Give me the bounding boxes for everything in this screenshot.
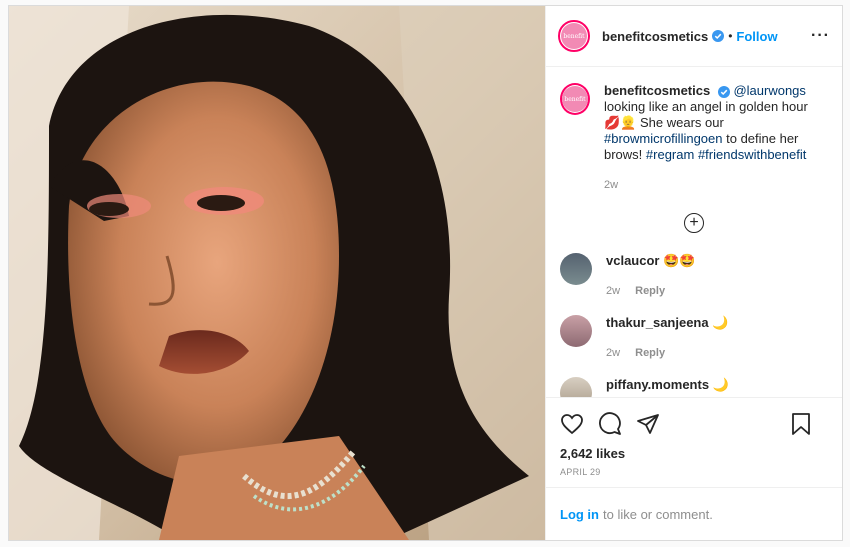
comment-body: vclaucor 🤩🤩 2w Reply (606, 253, 695, 299)
comment-item: piffany.moments 🌙 (560, 377, 828, 397)
caption-avatar[interactable]: benefit (560, 83, 590, 115)
bookmark-icon[interactable] (790, 412, 812, 436)
share-icon[interactable] (636, 412, 660, 436)
caption-emojis: 💋👱 (604, 115, 637, 130)
header-username[interactable]: benefitcosmetics (602, 29, 708, 44)
portrait-image (9, 6, 545, 540)
heart-icon[interactable] (560, 412, 584, 436)
more-options-icon[interactable]: ··· (811, 27, 830, 45)
instagram-post: benefit benefitcosmetics • Follow ··· be… (8, 5, 843, 541)
plus-circle-icon[interactable]: + (684, 213, 704, 233)
login-text: to like or comment. (603, 506, 713, 522)
verified-badge-icon (712, 30, 725, 42)
comment-username[interactable]: thakur_sanjeena (606, 315, 709, 330)
caption-username[interactable]: benefitcosmetics (604, 83, 710, 98)
comment-timestamp: 2w (606, 347, 621, 359)
comment-avatar[interactable] (560, 315, 592, 347)
load-more-comments[interactable]: + (560, 213, 828, 233)
comment-avatar[interactable] (560, 377, 592, 397)
caption-body: benefitcosmetics @laurwongs looking like… (604, 83, 828, 193)
caption-timestamp: 2w (604, 179, 619, 191)
comment-body: piffany.moments 🌙 (606, 377, 729, 397)
login-prompt: Log in to like or comment. (546, 487, 842, 540)
comment-timestamp: 2w (606, 285, 621, 297)
comment-text: 🤩🤩 (663, 253, 696, 268)
avatar-logo: benefit (561, 23, 587, 49)
hashtag-link[interactable]: #friendswithbenefit (698, 147, 806, 162)
reply-button[interactable]: Reply (635, 347, 665, 359)
action-icons (560, 404, 826, 444)
comment-meta: 2w Reply (606, 283, 695, 299)
hashtag-link[interactable]: #regram (646, 147, 694, 162)
comment-text: 🌙 (712, 377, 729, 392)
comment-item: vclaucor 🤩🤩 2w Reply (560, 253, 828, 299)
login-link[interactable]: Log in (560, 507, 599, 522)
comment-username[interactable]: vclaucor (606, 253, 659, 268)
comment-username[interactable]: piffany.moments (606, 377, 709, 392)
verified-badge-icon (717, 85, 730, 98)
follow-button[interactable]: Follow (736, 29, 777, 44)
hashtag-link[interactable]: #browmicrofillingoen (604, 131, 723, 146)
comment-avatar[interactable] (560, 253, 592, 285)
profile-avatar[interactable]: benefit (558, 20, 590, 52)
comment-item: thakur_sanjeena 🌙 2w Reply (560, 315, 828, 361)
caption-text: She wears our (636, 115, 724, 130)
post-panel: benefit benefitcosmetics • Follow ··· be… (545, 6, 842, 540)
comment-meta: 2w Reply (606, 345, 728, 361)
post-date: APRIL 29 (560, 467, 601, 477)
comment-text: 🌙 (712, 315, 729, 330)
comments-section[interactable]: benefit benefitcosmetics @laurwongs look… (546, 67, 842, 397)
post-photo[interactable] (9, 6, 545, 540)
action-bar: 2,642 likes APRIL 29 (546, 397, 842, 477)
mention-link[interactable]: @laurwongs (733, 83, 805, 98)
likes-count[interactable]: 2,642 likes (560, 446, 826, 461)
separator-dot: • (728, 29, 733, 43)
comment-icon[interactable] (598, 412, 622, 436)
comment-body: thakur_sanjeena 🌙 2w Reply (606, 315, 728, 361)
post-header: benefit benefitcosmetics • Follow ··· (546, 6, 842, 67)
reply-button[interactable]: Reply (635, 285, 665, 297)
avatar-logo: benefit (562, 86, 588, 112)
caption-row: benefit benefitcosmetics @laurwongs look… (560, 83, 828, 193)
caption-text: looking like an angel in golden hour (604, 99, 808, 114)
